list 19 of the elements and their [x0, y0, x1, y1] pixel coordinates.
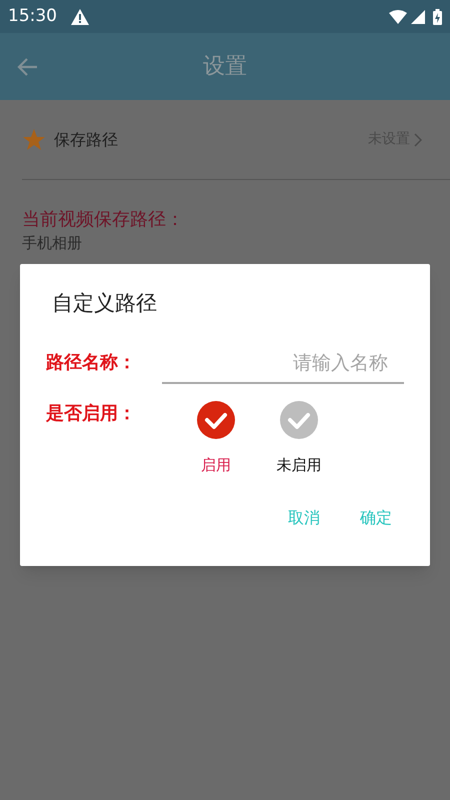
- current-path: 手机相册: [22, 233, 83, 254]
- warning-icon: [71, 8, 89, 24]
- enable-option[interactable]: 启用: [196, 400, 236, 476]
- name-field[interactable]: 请输入名称: [162, 344, 404, 384]
- item-label: 保存路径: [54, 128, 118, 150]
- battery-icon: [433, 8, 442, 24]
- enable-label: 是否启用：: [46, 402, 137, 426]
- chevron-icon: [414, 132, 422, 146]
- wifi-icon: [389, 10, 407, 24]
- page-title: 设置: [203, 53, 247, 81]
- name-label: 路径名称：: [46, 350, 137, 374]
- dialog-button[interactable]: 确定: [360, 506, 392, 530]
- star-icon: [22, 128, 46, 152]
- dialog-title: 自定义路径: [52, 290, 158, 317]
- enable-option[interactable]: 未启用: [279, 400, 319, 476]
- dialog-button[interactable]: 取消: [288, 506, 320, 530]
- status-time: 15:30: [8, 4, 57, 28]
- current-path-label: 当前视频保存路径：: [22, 208, 185, 232]
- signal-icon: [411, 10, 425, 24]
